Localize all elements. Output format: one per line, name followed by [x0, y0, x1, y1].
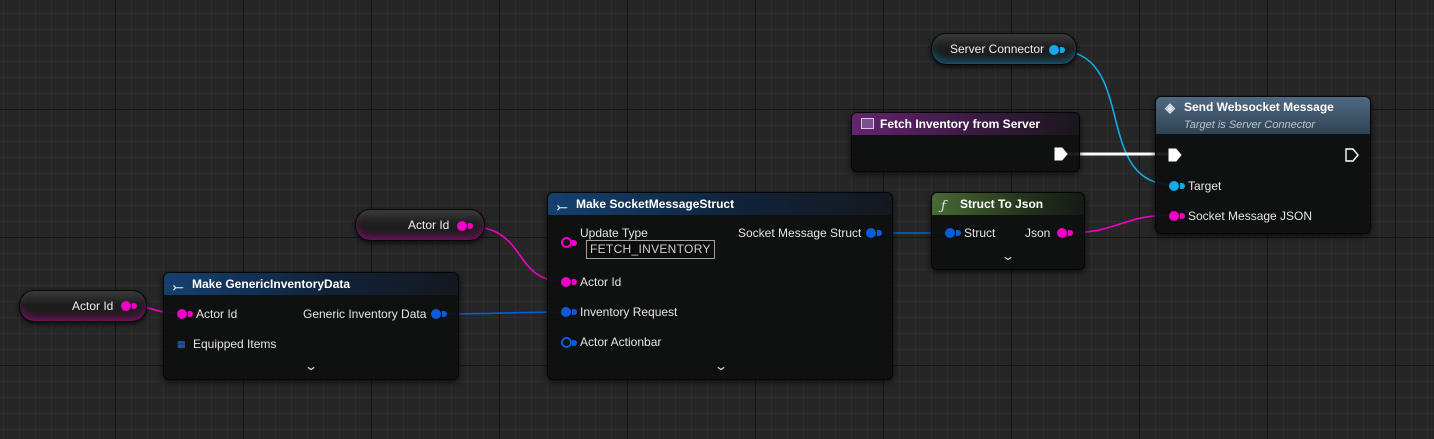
- input-pin-actor-actionbar[interactable]: [561, 337, 572, 348]
- pin-label-actor-id: Actor Id: [580, 275, 622, 289]
- pin-arrow: [572, 240, 577, 246]
- pin-label-actor-id: Actor Id: [196, 307, 238, 321]
- variable-actor-id-left[interactable]: Actor Id: [19, 290, 147, 322]
- input-pin-socket-message-json[interactable]: [1169, 211, 1179, 221]
- array-grid-icon[interactable]: ▦: [177, 339, 187, 349]
- event-icon: [861, 118, 874, 129]
- node-header: ƒ Struct To Json: [932, 193, 1084, 215]
- pin-label-json: Json: [1025, 226, 1051, 240]
- chevron-down-icon[interactable]: ⌄: [304, 359, 318, 373]
- input-pin-inventory-request[interactable]: [561, 307, 571, 317]
- pin-label-inventory-request: Inventory Request: [580, 305, 678, 319]
- output-pin-arrow: [468, 223, 473, 229]
- pin-arrow: [572, 309, 577, 315]
- pin-label-struct: Struct: [964, 226, 996, 240]
- variable-label: Server Connector: [950, 42, 1045, 56]
- make-struct-icon: ⤚: [173, 279, 184, 294]
- output-pin-socket-message-struct[interactable]: [866, 228, 876, 238]
- pin-arrow: [188, 311, 193, 317]
- input-pin-actor-id[interactable]: [561, 277, 571, 287]
- pin-label-target: Target: [1188, 179, 1222, 193]
- pin-label-generic-inventory-data: Generic Inventory Data: [303, 307, 427, 321]
- chevron-down-icon[interactable]: ⌄: [1001, 249, 1015, 263]
- output-pin-arrow: [1060, 47, 1065, 53]
- message-function-icon: ◈: [1165, 100, 1175, 115]
- node-struct-to-json[interactable]: ƒ Struct To Json Struct Json ⌄: [931, 192, 1085, 270]
- pin-arrow: [956, 230, 961, 236]
- node-header: ⤚ Make SocketMessageStruct: [548, 193, 892, 215]
- variable-actor-id-top[interactable]: Actor Id: [355, 209, 485, 241]
- exec-output-pin[interactable]: [1345, 148, 1359, 162]
- chevron-down-icon[interactable]: ⌄: [714, 359, 728, 373]
- update-type-value-field[interactable]: FETCH_INVENTORY: [586, 240, 715, 259]
- node-subtitle: Target is Server Connector: [1184, 119, 1316, 131]
- input-pin-actor-id[interactable]: [177, 309, 187, 319]
- variable-label: Actor Id: [72, 299, 114, 313]
- output-pin[interactable]: [121, 301, 131, 311]
- output-pin-generic-inventory-data[interactable]: [431, 309, 441, 319]
- node-title: Make GenericInventoryData: [192, 277, 351, 291]
- pin-arrow: [442, 311, 447, 317]
- node-title: Fetch Inventory from Server: [880, 117, 1041, 131]
- function-icon: ƒ: [941, 199, 946, 214]
- pin-label-equipped-items: Equipped Items: [193, 337, 277, 351]
- node-make-socket-message-struct[interactable]: ⤚ Make SocketMessageStruct Update Type F…: [547, 192, 893, 380]
- pin-label-update-type: Update Type: [580, 226, 648, 240]
- pin-label-actor-actionbar: Actor Actionbar: [580, 335, 662, 349]
- node-title: Struct To Json: [960, 197, 1044, 211]
- exec-output-pin[interactable]: [1054, 147, 1068, 161]
- node-header: Fetch Inventory from Server: [852, 113, 1079, 135]
- node-make-generic-inventory-data[interactable]: ⤚ Make GenericInventoryData Actor Id ▦ E…: [163, 272, 459, 380]
- pin-arrow: [1180, 213, 1185, 219]
- node-fetch-inventory-event[interactable]: Fetch Inventory from Server: [851, 112, 1080, 172]
- pin-arrow: [572, 279, 577, 285]
- pin-arrow: [1180, 183, 1185, 189]
- output-pin-json[interactable]: [1057, 228, 1067, 238]
- pin-label-socket-message-struct: Socket Message Struct: [738, 226, 862, 240]
- variable-label: Actor Id: [408, 218, 450, 232]
- exec-input-pin[interactable]: [1168, 148, 1182, 162]
- output-pin-arrow: [132, 303, 137, 309]
- make-struct-icon: ⤚: [557, 199, 568, 214]
- pin-arrow: [1068, 230, 1073, 236]
- node-title: Send Websocket Message: [1184, 100, 1334, 114]
- node-header: ◈ Send Websocket Message Target is Serve…: [1156, 97, 1370, 134]
- node-header: ⤚ Make GenericInventoryData: [164, 273, 458, 295]
- node-title: Make SocketMessageStruct: [576, 197, 735, 211]
- input-pin-target[interactable]: [1169, 181, 1179, 191]
- pin-arrow: [572, 340, 577, 346]
- node-send-websocket-message[interactable]: ◈ Send Websocket Message Target is Serve…: [1155, 96, 1371, 234]
- pin-arrow: [877, 230, 882, 236]
- input-pin-update-type[interactable]: [561, 237, 572, 248]
- pin-label-socket-message-json: Socket Message JSON: [1188, 209, 1313, 223]
- output-pin[interactable]: [1049, 45, 1059, 55]
- variable-server-connector[interactable]: Server Connector: [931, 33, 1077, 65]
- input-pin-struct[interactable]: [945, 228, 955, 238]
- output-pin[interactable]: [457, 221, 467, 231]
